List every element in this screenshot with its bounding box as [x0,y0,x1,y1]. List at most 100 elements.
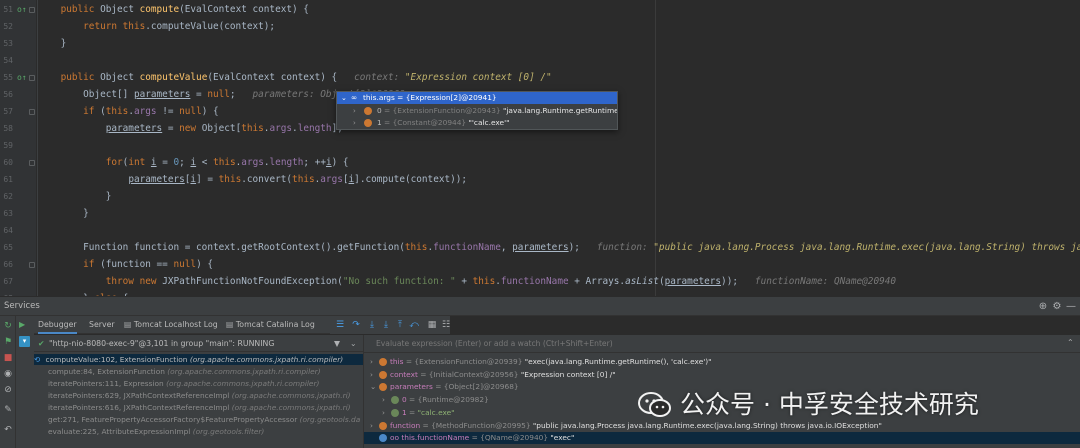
frame-package: (org.apache.commons.jxpath.ri.compiler) [166,379,320,388]
code-line[interactable] [38,222,1080,239]
line-number[interactable]: 63 [0,209,13,219]
code-editor[interactable]: 51o↑52535455o↑56575859606162636465666768… [0,0,1080,296]
code-line[interactable] [38,137,1080,154]
mute-breakpoints-icon[interactable]: ⊘ [2,384,14,396]
line-number[interactable]: 54 [0,56,13,66]
show-execution-point-icon[interactable]: ☰ [334,318,346,332]
line-number[interactable]: 55 [0,73,13,83]
inline-value-popup[interactable]: ⌄ ∞ this.args = {Expression[2]@20941} › … [336,91,618,130]
filter-icon[interactable]: ▼ [334,335,340,352]
variable-row[interactable]: oo this.functionName = {QName@20940} "ex… [364,432,1080,445]
expand-arrow-icon[interactable]: › [382,407,391,419]
tab-tomcat-localhost-log[interactable]: ▤ Tomcat Localhost Log [124,316,218,334]
fold-icon[interactable] [29,7,35,13]
code-line[interactable]: for(int i = 0; i < this.args.length; ++i… [38,154,1080,171]
code-line[interactable]: throw new JXPathFunctionNotFoundExceptio… [38,273,1080,290]
popup-item-1[interactable]: › 1 = {Constant@20944} "'calc.exe'" [337,117,617,129]
trace-icon[interactable]: ☷ [440,318,452,332]
log-icon: ▤ [124,320,134,329]
code-line[interactable]: return this.computeValue(context); [38,18,1080,35]
force-step-into-icon[interactable]: ⤓ [380,318,392,332]
code-line[interactable]: if (function == null) { [38,256,1080,273]
popup-root-name: this.args [363,93,395,102]
line-number[interactable]: 60 [0,158,13,168]
expand-arrow-icon[interactable]: › [382,394,391,406]
line-number[interactable]: 58 [0,124,13,134]
stack-frame[interactable]: compute:84, ExtensionFunction (org.apach… [34,366,363,377]
line-number[interactable]: 66 [0,260,13,270]
collapse-arrow-icon[interactable]: ⌄ [370,381,379,393]
fold-icon[interactable] [29,109,35,115]
drop-frame-icon[interactable]: ⤺ [408,318,420,332]
popup-item-0[interactable]: › 0 = {ExtensionFunction@20943} "java.la… [337,105,617,117]
stack-frame[interactable]: ⟲ computeValue:102, ExtensionFunction (o… [34,354,363,365]
chevron-up-icon[interactable]: ⌃ [1067,338,1074,347]
evaluate-icon[interactable]: ▦ [426,318,438,332]
stop-icon[interactable]: ■ [2,352,14,364]
line-number[interactable]: 57 [0,107,13,117]
expand-arrow-icon[interactable]: › [353,105,356,117]
line-number[interactable]: 64 [0,226,13,236]
variable-row[interactable]: › this = {ExtensionFunction@20939} "exec(… [364,356,1080,368]
frames-panel[interactable]: ✔ "http-nio-8080-exec-9"@3,101 in group … [34,335,364,448]
line-number[interactable]: 61 [0,175,13,185]
thread-selector[interactable]: ✔ "http-nio-8080-exec-9"@3,101 in group … [34,335,363,352]
expand-arrow-icon[interactable]: › [370,356,379,368]
variable-name: context [390,369,418,379]
override-marker-icon[interactable]: o↑ [17,5,27,15]
fold-icon[interactable] [29,75,35,81]
expand-arrow-icon[interactable]: › [370,420,379,432]
fold-icon[interactable] [29,160,35,166]
tab-tomcat-catalina-log[interactable]: ▤ Tomcat Catalina Log [226,316,315,334]
restore-icon[interactable]: ↶ [2,424,14,436]
code-line[interactable]: parameters[i] = this.convert(this.args[i… [38,171,1080,188]
collapse-arrow-icon[interactable]: ⌄ [341,92,347,104]
step-over-icon[interactable]: ↷ [350,318,362,332]
debug-icon[interactable]: ⚑ [2,336,14,348]
line-number[interactable]: 53 [0,39,13,49]
expand-arrow-icon[interactable]: › [353,117,356,129]
code-line[interactable]: } [38,205,1080,222]
settings-icon[interactable]: ⚙ [1050,300,1064,314]
stack-frame[interactable]: evaluate:225, AttributeExpressionImpl (o… [34,426,363,437]
wrench-icon[interactable]: ✎ [2,404,14,416]
code-line[interactable]: public Object compute(EvalContext contex… [38,1,1080,18]
services-tree[interactable]: ▾ ▶ [16,316,34,448]
fold-icon[interactable] [29,262,35,268]
editor-gutter[interactable]: 51o↑52535455o↑56575859606162636465666768… [0,0,36,296]
line-number[interactable]: 56 [0,90,13,100]
line-number[interactable]: 52 [0,22,13,32]
code-line[interactable]: Function function = context.getRootConte… [38,239,1080,256]
evaluate-expression-input[interactable]: Evaluate expression (Enter) or add a wat… [364,335,1080,353]
tab-server[interactable]: Server [89,316,115,334]
tab-debugger[interactable]: Debugger [38,316,77,334]
code-line[interactable]: } [38,35,1080,52]
expand-arrow-icon[interactable]: › [370,369,379,381]
stack-frame[interactable]: iteratePointers:616, JXPathContextRefere… [34,402,363,413]
step-out-icon[interactable]: ⤒ [394,318,406,332]
add-icon[interactable]: ⊕ [1036,300,1050,314]
variable-type-icon [379,421,387,430]
override-marker-icon[interactable]: o↑ [17,73,27,83]
line-number[interactable]: 59 [0,141,13,151]
stack-frame[interactable]: iteratePointers:629, JXPathContextRefere… [34,390,363,401]
line-number[interactable]: 65 [0,243,13,253]
step-into-icon[interactable]: ⤓ [366,318,378,332]
line-number[interactable]: 51 [0,5,13,15]
view-breakpoints-icon[interactable]: ◉ [2,368,14,380]
stack-frame[interactable]: get:271, FeaturePropertyAccessorFactory$… [34,414,363,425]
variable-row[interactable]: › context = {InitialContext@20956} "Expre… [364,369,1080,381]
run-icon[interactable]: ▶ [19,320,25,329]
line-number[interactable]: 62 [0,192,13,202]
expand-icon[interactable]: ▾ [19,336,30,347]
code-line[interactable]: public Object computeValue(EvalContext c… [38,69,1080,86]
code-line[interactable]: } [38,188,1080,205]
chevron-down-icon[interactable]: ⌄ [350,335,357,352]
popup-item-value: "'calc.exe'" [468,118,510,127]
stack-frame[interactable]: iteratePointers:111, Expression (org.apa… [34,378,363,389]
line-number[interactable]: 67 [0,277,13,287]
code-line[interactable] [38,52,1080,69]
minimize-icon[interactable]: — [1064,300,1078,314]
rerun-icon[interactable]: ↻ [2,320,14,332]
popup-root-row[interactable]: ⌄ ∞ this.args = {Expression[2]@20941} [337,92,617,104]
